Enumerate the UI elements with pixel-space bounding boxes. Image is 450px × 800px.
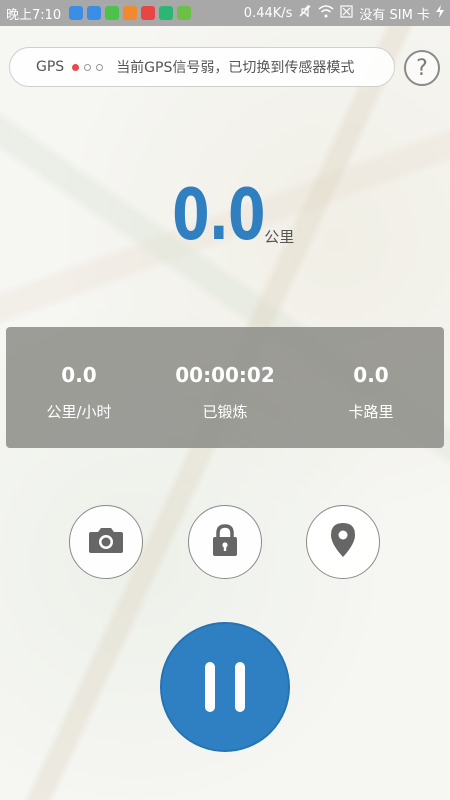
- speed-label: 公里/小时: [46, 403, 112, 421]
- network-speed: 0.44K/s: [243, 5, 293, 21]
- help-button[interactable]: ?: [404, 50, 440, 86]
- notification-app-icon: [141, 6, 156, 20]
- stat-duration: 00:00:02 已锻炼: [152, 327, 298, 448]
- notification-app-icon: [177, 6, 192, 20]
- distance-display: 0.0公里: [0, 174, 450, 256]
- camera-icon: [88, 526, 124, 558]
- status-bar: 晚上7:10 0.44K/s 没有 SIM 卡: [0, 0, 450, 26]
- gps-signal-dot: [96, 63, 104, 71]
- help-icon: ?: [416, 55, 428, 81]
- notification-app-icon: [123, 6, 138, 20]
- no-sim-icon: [340, 4, 354, 22]
- stats-panel: 0.0 公里/小时 00:00:02 已锻炼 0.0 卡路里: [6, 327, 444, 448]
- wifi-icon: [318, 4, 334, 22]
- camera-button[interactable]: [69, 505, 143, 579]
- location-button[interactable]: [306, 505, 380, 579]
- gps-signal-dot: [84, 63, 92, 71]
- calories-value: 0.0: [353, 363, 389, 387]
- charging-icon: [436, 4, 444, 22]
- notification-app-icon: [69, 6, 84, 20]
- duration-value: 00:00:02: [175, 363, 275, 387]
- notification-app-icon: [105, 6, 120, 20]
- pause-icon: [235, 662, 245, 712]
- stat-calories: 0.0 卡路里: [298, 327, 444, 448]
- stat-speed: 0.0 公里/小时: [6, 327, 152, 448]
- calories-label: 卡路里: [348, 403, 394, 421]
- distance-value: 0.0: [171, 174, 265, 256]
- distance-unit: 公里: [264, 228, 295, 246]
- location-pin-icon: [330, 522, 356, 562]
- gps-signal-dot-active: [72, 63, 80, 71]
- gps-message: 当前GPS信号弱，已切换到传感器模式: [116, 60, 355, 76]
- notification-app-icon: [87, 6, 102, 20]
- gps-status-banner: GPS 当前GPS信号弱，已切换到传感器模式: [9, 47, 395, 87]
- notification-app-icon: [159, 6, 174, 20]
- gps-label: GPS: [36, 59, 65, 75]
- lock-icon: [211, 523, 239, 561]
- pause-button[interactable]: [160, 622, 290, 752]
- status-time: 晚上7:10: [6, 7, 62, 23]
- lock-button[interactable]: [188, 505, 262, 579]
- duration-label: 已锻炼: [202, 403, 248, 421]
- mute-icon: [298, 4, 312, 22]
- speed-value: 0.0: [61, 363, 97, 387]
- sim-status: 没有 SIM 卡: [359, 7, 430, 23]
- pause-icon: [205, 662, 215, 712]
